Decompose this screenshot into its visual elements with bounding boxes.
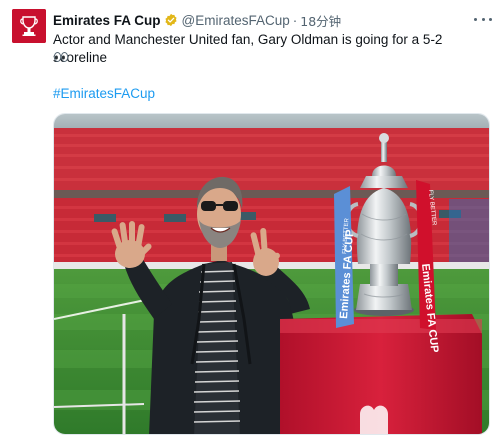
- tweet-card[interactable]: Emirates FA Cup @EmiratesFACup · 18分钟 Ac…: [0, 0, 500, 440]
- header-separator: ·: [292, 12, 298, 28]
- verified-badge-icon: [164, 13, 178, 27]
- account-handle[interactable]: @EmiratesFACup: [182, 13, 290, 28]
- tweet-media-photo[interactable]: Emirates FA CUP FLY BETTER Emirates FA C…: [53, 113, 490, 435]
- account-avatar[interactable]: [12, 9, 46, 43]
- eyes-emoji: [53, 50, 69, 64]
- tweet-text: Actor and Manchester United fan, Gary Ol…: [53, 32, 443, 65]
- fa-cup-logo-icon: [12, 9, 46, 43]
- tweet-header: Emirates FA Cup @EmiratesFACup · 18分钟: [53, 11, 341, 29]
- eyes-icon: [53, 52, 69, 62]
- account-name[interactable]: Emirates FA Cup: [53, 13, 161, 28]
- photo-gary-oldman-fa-cup: Emirates FA CUP FLY BETTER Emirates FA C…: [54, 114, 489, 434]
- hashtag-link[interactable]: #EmiratesFACup: [53, 86, 155, 101]
- more-options-icon[interactable]: [474, 11, 492, 27]
- tweet-timestamp[interactable]: 18分钟: [300, 11, 341, 30]
